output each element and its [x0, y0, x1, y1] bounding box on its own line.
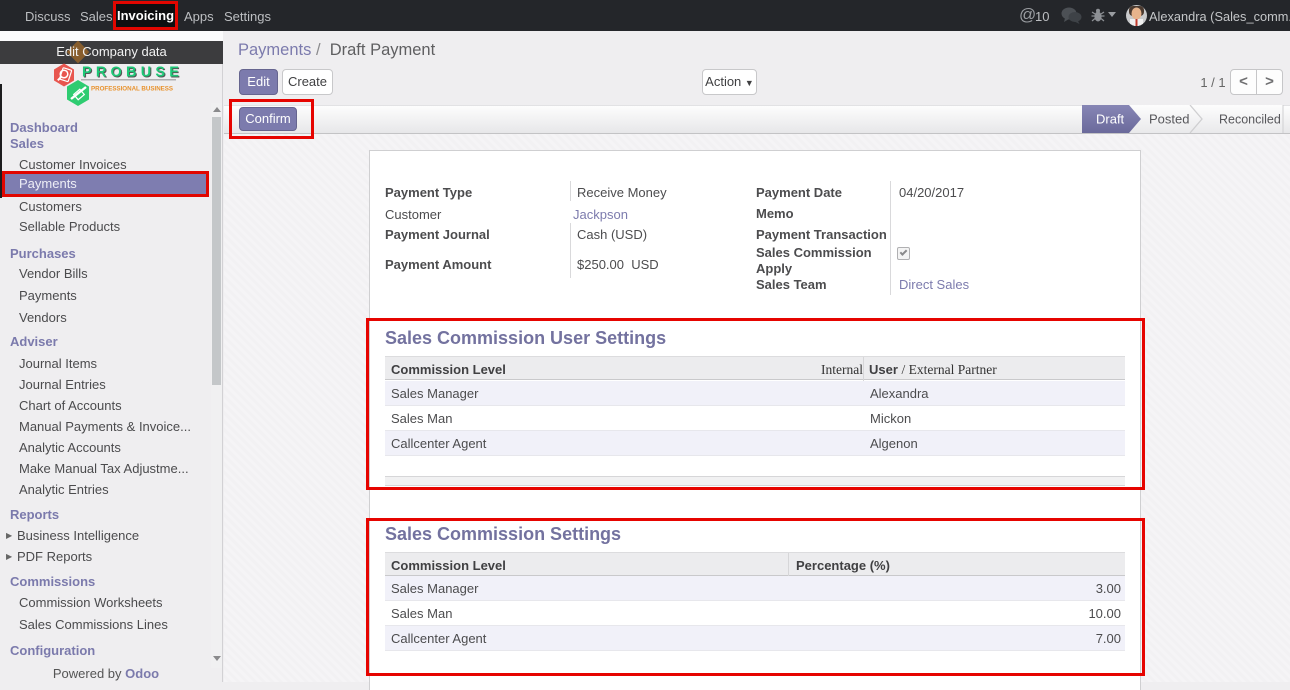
svg-text:PROBUSE: PROBUSE: [82, 65, 183, 81]
svg-text:Posted: Posted: [1149, 112, 1189, 127]
svg-text:PROFESSIONAL BUSINESS: PROFESSIONAL BUSINESS: [91, 86, 173, 93]
svg-text:Draft: Draft: [1096, 112, 1125, 127]
svg-text:Reconciled: Reconciled: [1219, 113, 1281, 127]
